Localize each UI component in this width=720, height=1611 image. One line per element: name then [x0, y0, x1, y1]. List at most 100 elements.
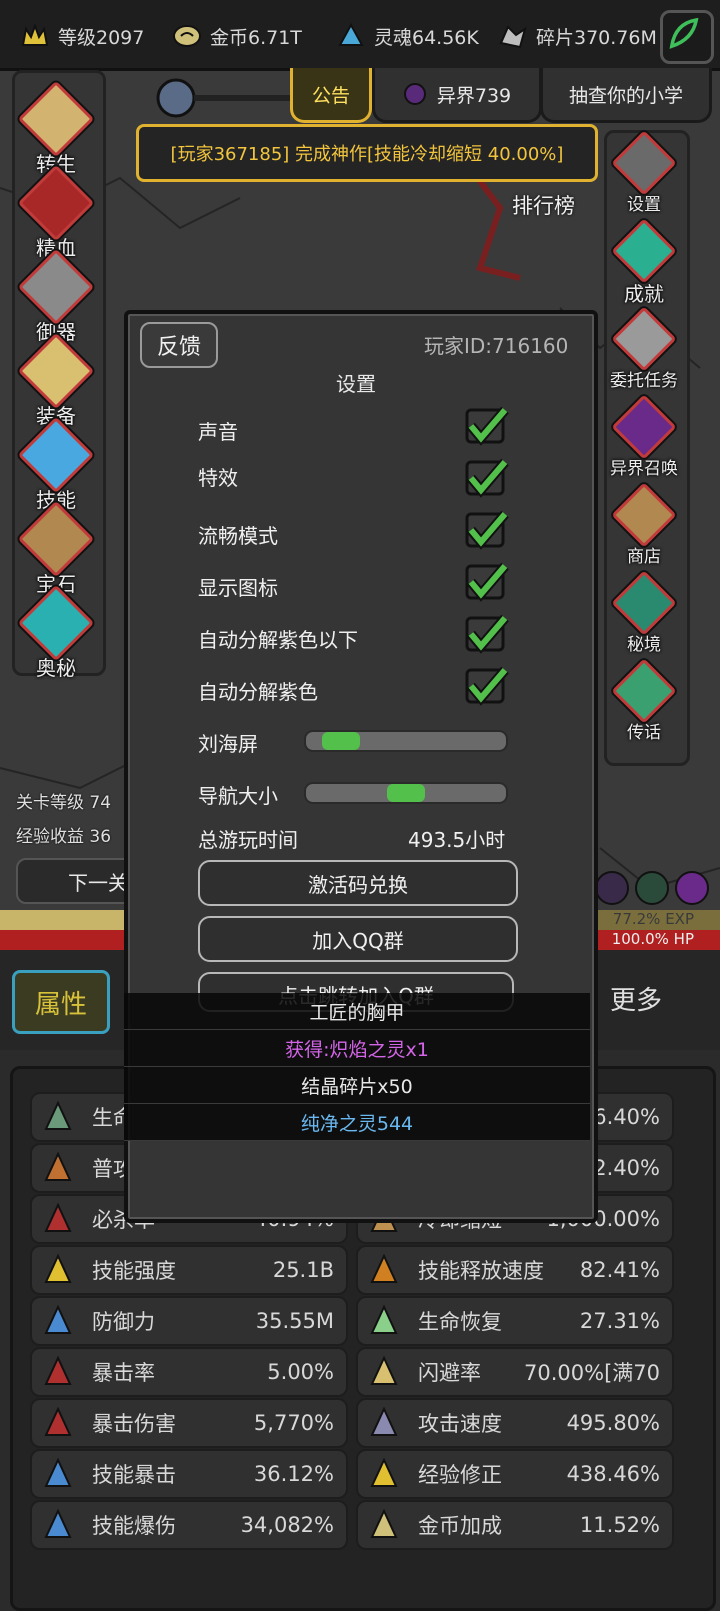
announcement-text: [玩家367185] 完成神作[技能冷却缩短 40.00%]: [170, 144, 564, 165]
essence-icon: [17, 164, 95, 242]
checkmark-icon: [465, 510, 509, 550]
stat-row: 闪避率 70.00%[满70: [356, 1347, 674, 1397]
player-id: 玩家ID:716160: [424, 334, 569, 358]
portal-icon: [611, 394, 677, 460]
next-stage-label: 下一关: [68, 870, 128, 895]
tab-notice[interactable]: 公告: [290, 68, 372, 123]
stat-name: 技能释放速度: [418, 1259, 544, 1283]
loot-line: 获得:炽焰之灵x1: [124, 1030, 590, 1067]
toggle-icons-label: 显示图标: [198, 576, 278, 600]
shard-label: 碎片370.76M: [536, 26, 657, 49]
scepter-decoration: [150, 70, 290, 120]
toggle-autosalvage-purple-checkbox[interactable]: [463, 664, 509, 708]
stat-icon: [366, 1507, 402, 1543]
corner-menu-button[interactable]: [660, 10, 714, 64]
level-resource: 等级2097: [20, 14, 144, 58]
menu-gem[interactable]: 宝石: [11, 500, 101, 597]
leaf-icon: [669, 17, 699, 49]
stat-name: 闪避率: [418, 1361, 481, 1385]
stat-name: 金币加成: [418, 1514, 502, 1538]
stat-name: 技能强度: [92, 1259, 176, 1283]
feedback-button[interactable]: 反馈: [140, 322, 218, 368]
stat-icon: [40, 1354, 76, 1390]
toggle-smooth-label: 流畅模式: [198, 524, 278, 548]
stat-value: 495.80%: [566, 1411, 660, 1435]
menu-settings[interactable]: 设置: [599, 130, 689, 215]
menu-essence[interactable]: 精血: [11, 164, 101, 261]
crown-icon: [21, 23, 49, 46]
menu-shop[interactable]: 商店: [599, 482, 689, 567]
gold-label: 金币6.71T: [210, 26, 302, 49]
tab-check-label: 抽查你的小学: [568, 84, 683, 107]
soul-icon: [338, 22, 364, 46]
loot-line-text: 获得:炽焰之灵x1: [285, 1038, 429, 1061]
stat-row: 技能强度 25.1B: [30, 1245, 348, 1295]
announcement-banner: [玩家367185] 完成神作[技能冷却缩短 40.00%]: [136, 124, 598, 182]
menu-artifact[interactable]: 御器: [11, 248, 101, 345]
loot-line-text: 结晶碎片x50: [301, 1075, 413, 1098]
tab-attributes[interactable]: 属性: [12, 970, 110, 1034]
loot-line: 工匠的胸甲: [124, 993, 590, 1030]
nav-size-label: 导航大小: [198, 784, 278, 808]
tab-check-school[interactable]: 抽查你的小学: [540, 68, 712, 123]
menu-achievement[interactable]: 成就: [599, 218, 689, 307]
pot-icon: [611, 482, 677, 548]
stat-row: 金币加成 11.52%: [356, 1500, 674, 1550]
stat-value: 11.52%: [579, 1513, 660, 1537]
toggle-smooth-checkbox[interactable]: [463, 508, 509, 552]
stat-row: 技能暴击 36.12%: [30, 1449, 348, 1499]
redeem-code-button[interactable]: 激活码兑换: [198, 860, 518, 906]
notch-slider-knob[interactable]: [322, 732, 361, 750]
toggle-sound-checkbox[interactable]: [463, 404, 509, 448]
menu-summon[interactable]: 异界召唤: [599, 394, 689, 479]
gear-icon: [611, 130, 677, 196]
menu-equipment[interactable]: 装备: [11, 332, 101, 429]
gold-resource: 金币6.71T: [172, 14, 302, 58]
toggle-effects-checkbox[interactable]: [463, 456, 509, 500]
horn-icon: [611, 658, 677, 724]
stat-value: 34,082%: [240, 1513, 334, 1537]
tab-otherworld[interactable]: 异界739: [372, 68, 542, 123]
stat-icon: [40, 1456, 76, 1492]
rebirth-icon: [17, 80, 95, 158]
menu-commission[interactable]: 委托任务: [599, 306, 689, 391]
scroll-icon: [611, 306, 677, 372]
sword-icon: [17, 248, 95, 326]
dialog-title: 设置: [336, 372, 376, 396]
toggle-autosalvage-below-checkbox[interactable]: [463, 612, 509, 656]
vortex-icon: [403, 83, 426, 105]
skill-slots: [594, 868, 714, 908]
stat-row: 防御力 35.55M: [30, 1296, 348, 1346]
hp-bar-text: 100.0% HP: [611, 930, 694, 948]
more-label: 更多: [610, 986, 663, 1016]
stat-value: 27.31%: [579, 1309, 660, 1333]
checkmark-icon: [465, 458, 509, 498]
menu-arcane[interactable]: 奥秘: [11, 584, 101, 681]
crystal-icon: [17, 416, 95, 494]
stat-icon: [40, 1252, 76, 1288]
nav-size-slider[interactable]: [304, 782, 508, 804]
toggle-autosalvage-below-label: 自动分解紫色以下: [198, 628, 358, 652]
stat-value: 36.12%: [253, 1462, 334, 1486]
menu-message[interactable]: 传话: [599, 658, 689, 743]
stat-icon: [40, 1405, 76, 1441]
stat-row: 暴击率 5.00%: [30, 1347, 348, 1397]
menu-rebirth[interactable]: 转生: [11, 80, 101, 177]
toggle-effects-label: 特效: [198, 466, 238, 490]
star-icon: [611, 218, 677, 284]
menu-secret-realm[interactable]: 秘境: [599, 570, 689, 655]
stat-icon: [40, 1303, 76, 1339]
stat-name: 攻击速度: [418, 1412, 502, 1436]
menu-skill[interactable]: 技能: [11, 416, 101, 513]
more-button[interactable]: 更多: [610, 980, 662, 1017]
toggle-icons-checkbox[interactable]: [463, 560, 509, 604]
leaderboard-link[interactable]: 排行榜: [512, 190, 575, 220]
nav-size-slider-knob[interactable]: [387, 784, 425, 802]
stat-name: 暴击率: [92, 1361, 155, 1385]
stat-value: 5,770%: [253, 1411, 334, 1435]
checkmark-icon: [465, 562, 509, 602]
join-qq-button[interactable]: 加入QQ群: [198, 916, 518, 962]
notch-slider[interactable]: [304, 730, 508, 752]
stat-name: 生命恢复: [418, 1310, 502, 1334]
coin-icon: [173, 25, 201, 47]
